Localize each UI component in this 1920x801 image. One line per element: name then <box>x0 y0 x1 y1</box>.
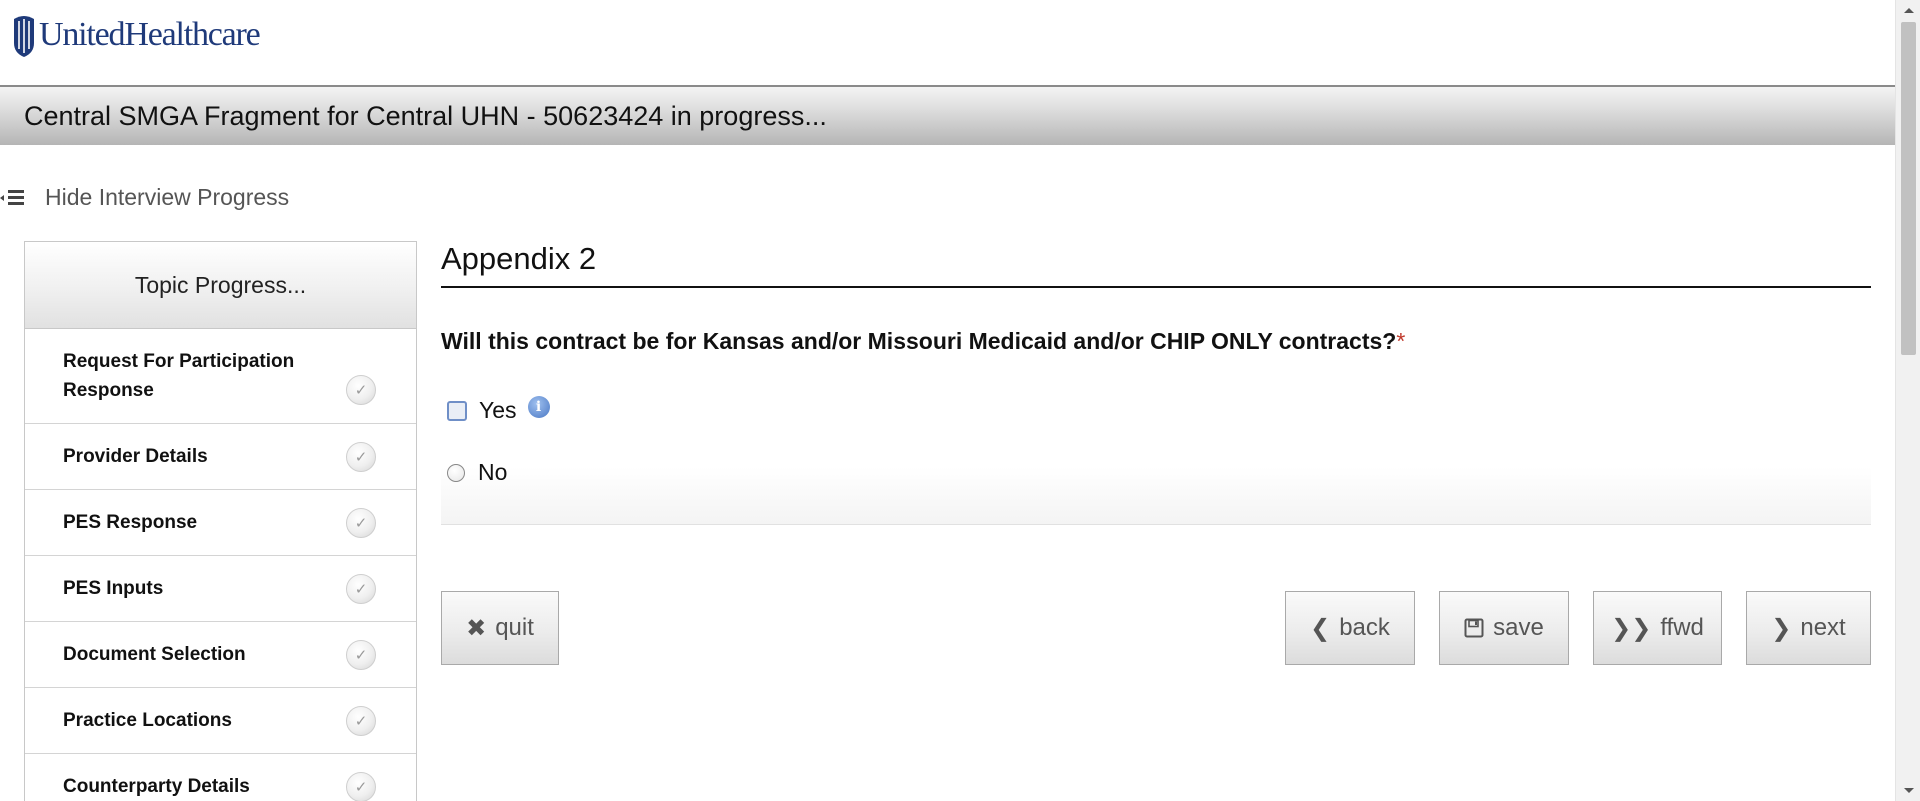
brand-shield-icon <box>14 16 34 57</box>
back-label: back <box>1339 614 1390 641</box>
next-button[interactable]: ❯ next <box>1746 591 1871 665</box>
save-label: save <box>1493 614 1544 641</box>
chevron-left-icon: ❮ <box>1310 614 1331 642</box>
ffwd-label: ffwd <box>1660 614 1704 641</box>
close-icon: ✖ <box>466 614 487 642</box>
back-button[interactable]: ❮ back <box>1285 591 1415 665</box>
required-marker: * <box>1396 328 1406 354</box>
brand-name: UnitedHealthcare <box>39 16 261 53</box>
topic-item-label: Practice Locations <box>63 710 232 731</box>
brand-logo[interactable]: UnitedHealthcare <box>12 12 261 58</box>
topic-item-label: Document Selection <box>63 644 246 665</box>
save-button[interactable]: save <box>1439 591 1569 665</box>
topic-item-label: PES Response <box>63 512 198 533</box>
main-content: Appendix 2 Will this contract be for Kan… <box>441 241 1871 525</box>
page-title: Appendix 2 <box>441 241 1871 288</box>
topic-item-document-selection[interactable]: Document Selection ✓ <box>25 622 416 688</box>
answer-options: Yes i No <box>441 395 1871 525</box>
option-no[interactable]: No <box>447 459 507 486</box>
scroll-up-arrow-icon[interactable] <box>1904 8 1914 13</box>
scroll-down-arrow-icon[interactable] <box>1904 788 1914 793</box>
double-chevron-right-icon: ❯❯ <box>1611 614 1652 642</box>
floppy-disk-icon <box>1464 618 1484 638</box>
topic-item-label: PES Inputs <box>63 578 164 599</box>
option-no-label: No <box>478 459 508 485</box>
topic-item-counterparty-details[interactable]: Counterparty Details ✓ <box>25 754 416 801</box>
topic-item-pes-inputs[interactable]: PES Inputs ✓ <box>25 556 416 622</box>
topic-item-label: Counterparty Details <box>63 776 250 797</box>
option-yes-label: Yes <box>479 397 517 423</box>
topic-item-provider-details[interactable]: Provider Details ✓ <box>25 424 416 490</box>
yes-checkbox[interactable] <box>447 400 467 421</box>
topic-item-pes-response[interactable]: PES Response ✓ <box>25 490 416 556</box>
topic-item-label: Provider Details <box>63 446 208 467</box>
scrollbar-thumb[interactable] <box>1901 22 1916 355</box>
interview-title: Central SMGA Fragment for Central UHN - … <box>24 101 827 131</box>
ffwd-button[interactable]: ❯❯ ffwd <box>1593 591 1722 665</box>
vertical-scrollbar[interactable] <box>1895 0 1920 801</box>
hide-progress-toggle[interactable]: Hide Interview Progress <box>0 184 289 211</box>
quit-button[interactable]: ✖ quit <box>441 591 559 665</box>
check-icon: ✓ <box>346 508 376 538</box>
topic-progress-header: Topic Progress... <box>25 242 416 329</box>
check-icon: ✓ <box>346 442 376 472</box>
topic-item-practice-locations[interactable]: Practice Locations ✓ <box>25 688 416 754</box>
logo-bar: UnitedHealthcare <box>0 0 1895 85</box>
topic-item-label: Request For Participation Response <box>63 351 295 401</box>
check-icon: ✓ <box>346 574 376 604</box>
check-icon: ✓ <box>346 640 376 670</box>
check-icon: ✓ <box>346 706 376 736</box>
title-bar: Central SMGA Fragment for Central UHN - … <box>0 85 1895 145</box>
topic-progress-panel: Topic Progress... Request For Participat… <box>24 241 417 801</box>
check-icon: ✓ <box>346 772 376 801</box>
hide-progress-label: Hide Interview Progress <box>45 184 290 210</box>
quit-label: quit <box>495 614 534 641</box>
chevron-right-icon: ❯ <box>1771 614 1792 642</box>
question-label: Will this contract be for Kansas and/or … <box>441 328 1397 354</box>
no-radio[interactable] <box>447 463 465 482</box>
check-icon: ✓ <box>346 375 376 405</box>
collapse-list-icon <box>0 188 26 208</box>
option-yes[interactable]: Yes i <box>447 395 550 424</box>
info-icon[interactable]: i <box>527 395 550 418</box>
topic-item-request-for-participation[interactable]: Request For Participation Response ✓ <box>25 329 416 424</box>
next-label: next <box>1800 614 1846 641</box>
question-text: Will this contract be for Kansas and/or … <box>441 328 1871 355</box>
